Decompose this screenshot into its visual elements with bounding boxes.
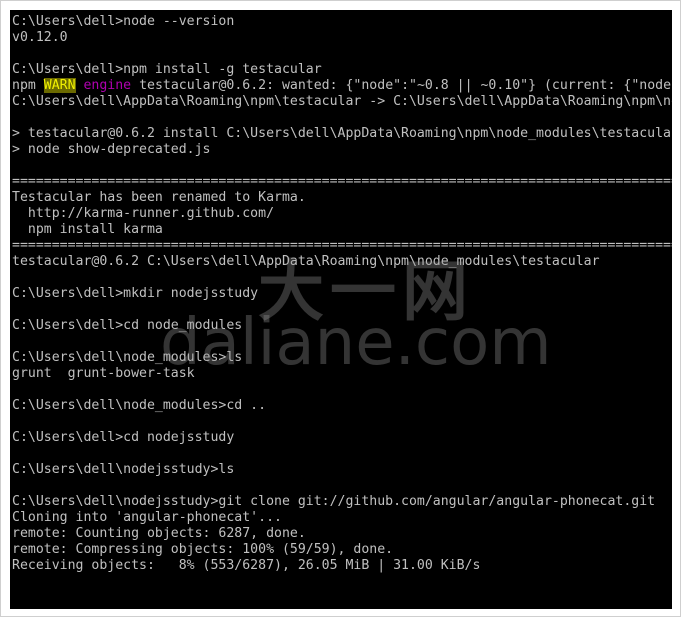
separator-line: ========================================… — [12, 174, 672, 189]
terminal-line: C:\Users\dell\node_modules>ls — [12, 350, 243, 365]
terminal-line: C:\Users\dell\nodejsstudy>git clone git:… — [12, 494, 656, 509]
terminal-line: C:\Users\dell\nodejsstudy>ls — [12, 462, 235, 477]
terminal-line: v0.12.0 — [12, 30, 68, 45]
terminal-line: C:\Users\dell>npm install -g testacular — [12, 62, 322, 77]
warn-message: testacular@0.6.2: wanted: {"node":"~0.8 … — [139, 78, 672, 93]
terminal-line: remote: Counting objects: 6287, done. — [12, 526, 306, 541]
screenshot-frame: C:\Users\dell>node --version v0.12.0 C:\… — [0, 0, 681, 617]
terminal-line: npm install karma — [12, 222, 163, 237]
terminal-window[interactable]: C:\Users\dell>node --version v0.12.0 C:\… — [10, 10, 672, 609]
terminal-line: Receiving objects: 8% (553/6287), 26.05 … — [12, 558, 481, 573]
terminal-line: http://karma-runner.github.com/ — [12, 206, 275, 221]
terminal-line: C:\Users\dell\AppData\Roaming\npm\testac… — [12, 94, 672, 109]
terminal-line: grunt grunt-bower-task — [12, 366, 195, 381]
npm-prefix: npm — [12, 78, 44, 93]
npm-warn-line: npm WARN engine testacular@0.6.2: wanted… — [12, 78, 672, 94]
engine-label: engine — [83, 78, 132, 93]
terminal-line: C:\Users\dell>mkdir nodejsstudy — [12, 286, 259, 301]
terminal-output: C:\Users\dell>node --version v0.12.0 C:\… — [12, 14, 672, 609]
warn-badge: WARN — [43, 78, 76, 93]
terminal-line: remote: Compressing objects: 100% (59/59… — [12, 542, 394, 557]
terminal-line: C:\Users\dell>node --version — [12, 14, 235, 29]
terminal-line: C:\Users\dell>cd nodejsstudy — [12, 430, 235, 445]
terminal-line: C:\Users\dell>cd node_modules — [12, 318, 243, 333]
terminal-line: Testacular has been renamed to Karma. — [12, 190, 306, 205]
terminal-line: > node show-deprecated.js — [12, 142, 211, 157]
terminal-line: > testacular@0.6.2 install C:\Users\dell… — [12, 126, 672, 141]
terminal-line: C:\Users\dell\node_modules>cd .. — [12, 398, 267, 413]
separator-line: ========================================… — [12, 238, 672, 253]
terminal-line: testacular@0.6.2 C:\Users\dell\AppData\R… — [12, 254, 600, 269]
terminal-line: Cloning into 'angular-phonecat'... — [12, 510, 282, 525]
